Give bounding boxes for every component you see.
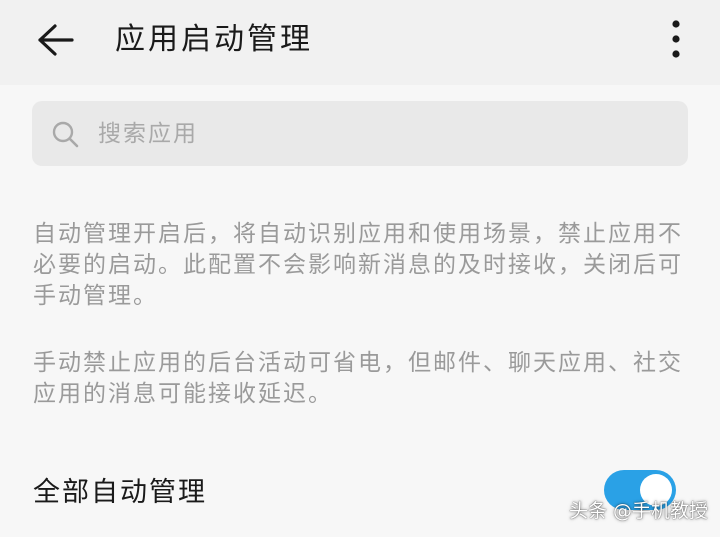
app-bar: 应用启动管理 (0, 0, 720, 85)
watermark: 头条 @手机教授 (569, 500, 709, 522)
search-input[interactable] (96, 119, 660, 148)
arrow-left-icon (38, 24, 74, 56)
auto-manage-description: 自动管理开启后，将自动识别应用和使用场景，禁止应用不必要的启动。此配置不会影响新… (33, 221, 683, 309)
more-vertical-icon (672, 20, 680, 58)
back-button[interactable] (30, 15, 80, 65)
search-icon (50, 119, 80, 149)
more-options-button[interactable] (656, 14, 696, 64)
manual-manage-description: 手动禁止应用的后台活动可省电，但邮件、聊天应用、社交应用的消息可能接收延迟。 (33, 350, 683, 407)
auto-manage-all-label: 全部自动管理 (33, 477, 207, 508)
page-title: 应用启动管理 (115, 22, 313, 57)
search-bar[interactable] (32, 101, 688, 166)
